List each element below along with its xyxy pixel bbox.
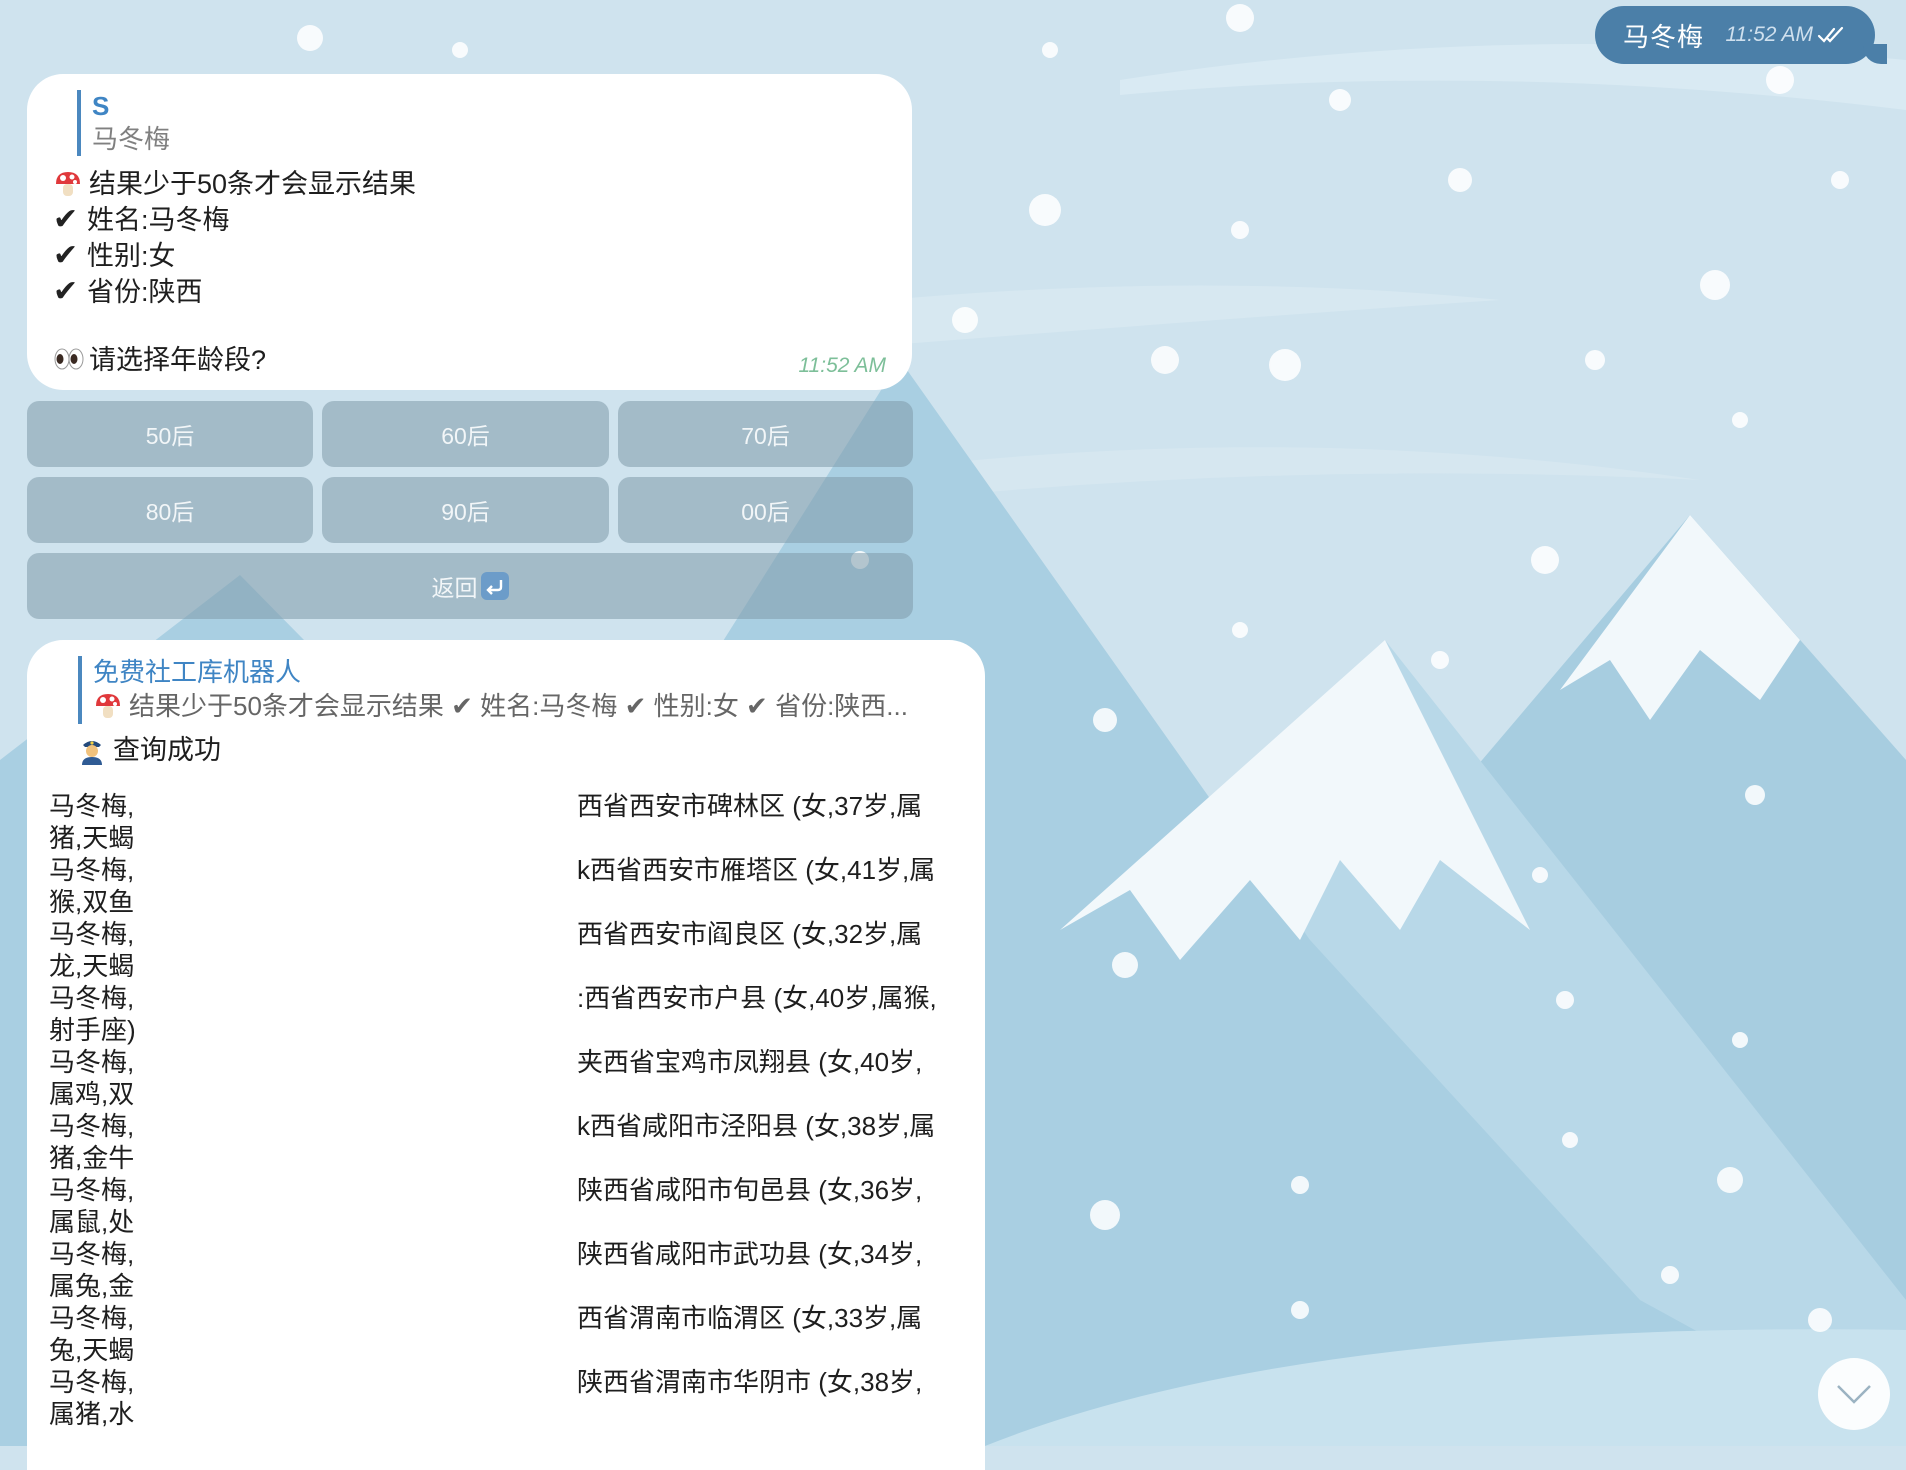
check-icon: ✔ — [53, 203, 79, 236]
result-name: 马冬梅, — [49, 919, 135, 949]
result-address: 西省渭南市临渭区 (女,33岁,属 — [577, 1303, 923, 1333]
check-icon: ✔ — [53, 275, 79, 308]
mushroom-icon — [53, 169, 87, 199]
result-list: 马冬梅, 猪,天蝎 西省西安市碑林区 (女,37岁,属 马冬梅, 猴,双鱼 k西省西安市雁… — [49, 790, 963, 1430]
result-row: 马冬梅, 属鼠,处 陕西省咸阳市旬邑县 (女,36岁, — [49, 1174, 963, 1238]
result-name: 马冬梅, — [49, 1303, 135, 1333]
eyes-icon — [53, 345, 87, 375]
result-address: k西省西安市雁塔区 (女,41岁,属 — [577, 855, 936, 885]
message-line-text: 姓名:马冬梅 — [87, 205, 230, 235]
result-row: 马冬梅, 属兔,金 陕西省咸阳市武功县 (女,34岁, — [49, 1238, 963, 1302]
result-left-column: 马冬梅, 属兔,金 — [49, 1238, 169, 1302]
bot-result-bubble[interactable]: 免费社工库机器人 结果少于50条才会显示结果 ✔ 姓名:马冬梅 ✔ 性别:女 ✔… — [27, 640, 985, 1470]
result-left-column: 马冬梅, 射手座) — [49, 982, 169, 1046]
bot-message-bubble[interactable]: S 马冬梅 结果少于50条才会显示结果 ✔ 姓名:马冬梅 ✔ 性别:女 ✔ 省份… — [27, 74, 912, 390]
outgoing-message-bubble[interactable]: 马冬梅 11:52 AM — [1595, 6, 1887, 64]
reply-preview[interactable]: 免费社工库机器人 结果少于50条才会显示结果 ✔ 姓名:马冬梅 ✔ 性别:女 ✔… — [78, 656, 963, 724]
message-line-text: 省份:陕西 — [87, 277, 203, 307]
result-detail: 兔,天蝎 — [49, 1335, 135, 1365]
result-name: 马冬梅, — [49, 1239, 135, 1269]
result-row: 马冬梅, 属猪,水 陕西省渭南市华阴市 (女,38岁, — [49, 1366, 963, 1430]
result-address: 陕西省咸阳市武功县 (女,34岁, — [577, 1239, 923, 1269]
police-officer-icon — [77, 735, 111, 765]
keyboard-button-back[interactable]: 返回 — [27, 553, 913, 619]
result-row: 马冬梅, 猪,天蝎 西省西安市碑林区 (女,37岁,属 — [49, 790, 963, 854]
result-name: 马冬梅, — [49, 1047, 135, 1077]
result-address: k西省咸阳市泾阳县 (女,38岁,属 — [577, 1111, 936, 1141]
reply-quoted-line: 结果少于50条才会显示结果 ✔ 姓名:马冬梅 ✔ 性别:女 ✔ 省份:陕西... — [93, 688, 963, 724]
message-time: 11:52 AM — [798, 354, 886, 377]
result-address: 夹西省宝鸡市凤翔县 (女,40岁, — [577, 1047, 923, 1077]
result-address: 西省西安市阎良区 (女,32岁,属 — [577, 919, 923, 949]
return-arrow-icon — [480, 572, 509, 600]
outgoing-message-text: 马冬梅 — [1623, 21, 1705, 52]
keyboard-button-70s[interactable]: 70后 — [618, 401, 913, 467]
result-detail: 属鼠,处 — [49, 1207, 135, 1237]
result-address: 陕西省咸阳市旬邑县 (女,36岁, — [577, 1175, 923, 1205]
reply-sender-name: 免费社工库机器人 — [93, 657, 302, 687]
message-line: 结果少于50条才会显示结果 — [53, 166, 888, 202]
result-detail: 属兔,金 — [49, 1271, 135, 1301]
result-detail: 射手座) — [49, 1015, 136, 1045]
result-left-column: 马冬梅, 猴,双鱼 — [49, 854, 169, 918]
mushroom-icon — [93, 691, 127, 721]
result-row: 马冬梅, 猪,金牛 k西省咸阳市泾阳县 (女,38岁,属 — [49, 1110, 963, 1174]
reply-quoted-text: 马冬梅 — [92, 124, 171, 154]
result-left-column: 马冬梅, 属鸡,双 — [49, 1046, 169, 1110]
status-text: 查询成功 — [113, 735, 221, 765]
chevron-down-icon — [1837, 1385, 1871, 1404]
result-left-column: 马冬梅, 猪,金牛 — [49, 1110, 169, 1174]
reply-quoted-text: 结果少于50条才会显示结果 ✔ 姓名:马冬梅 ✔ 性别:女 ✔ 省份:陕西... — [129, 691, 908, 721]
message-line-text: 性别:女 — [87, 241, 176, 271]
status-line: 查询成功 — [77, 732, 963, 768]
result-name: 马冬梅, — [49, 1175, 135, 1205]
message-line-text: 结果少于50条才会显示结果 — [89, 169, 417, 199]
question-text: 请选择年龄段? — [89, 345, 267, 375]
result-address: 西省西安市碑林区 (女,37岁,属 — [577, 791, 923, 821]
result-row: 马冬梅, 兔,天蝎 西省渭南市临渭区 (女,33岁,属 — [49, 1302, 963, 1366]
reply-sender-name: S — [92, 91, 110, 121]
message-line: ✔ 省份:陕西 — [53, 274, 888, 310]
result-left-column: 马冬梅, 龙,天蝎 — [49, 918, 169, 982]
result-row: 马冬梅, 射手座) :西省西安市户县 (女,40岁,属猴, — [49, 982, 963, 1046]
back-button-label: 返回 — [431, 575, 478, 601]
result-left-column: 马冬梅, 猪,天蝎 — [49, 790, 169, 854]
result-left-column: 马冬梅, 兔,天蝎 — [49, 1302, 169, 1366]
result-address: 陕西省渭南市华阴市 (女,38岁, — [577, 1367, 923, 1397]
reply-preview[interactable]: S 马冬梅 — [77, 90, 888, 156]
result-detail: 猪,金牛 — [49, 1143, 135, 1173]
result-name: 马冬梅, — [49, 855, 135, 885]
result-left-column: 马冬梅, 属鼠,处 — [49, 1174, 169, 1238]
result-name: 马冬梅, — [49, 983, 135, 1013]
result-row: 马冬梅, 属鸡,双 夹西省宝鸡市凤翔县 (女,40岁, — [49, 1046, 963, 1110]
result-left-column: 马冬梅, 属猪,水 — [49, 1366, 169, 1430]
keyboard-button-00s[interactable]: 00后 — [618, 477, 913, 543]
message-line: ✔ 性别:女 — [53, 238, 888, 274]
result-detail: 猪,天蝎 — [49, 823, 135, 853]
result-name: 马冬梅, — [49, 1367, 135, 1397]
check-icon: ✔ — [53, 239, 79, 272]
message-question: 请选择年龄段? — [53, 342, 888, 378]
keyboard-button-60s[interactable]: 60后 — [322, 401, 609, 467]
result-detail: 属鸡,双 — [49, 1079, 135, 1109]
result-name: 马冬梅, — [49, 1111, 135, 1141]
scroll-to-bottom-button[interactable] — [1818, 1358, 1890, 1430]
keyboard-button-80s[interactable]: 80后 — [27, 477, 313, 543]
double-check-icon — [1817, 26, 1844, 43]
result-detail: 龙,天蝎 — [49, 951, 135, 981]
result-row: 马冬梅, 猴,双鱼 k西省西安市雁塔区 (女,41岁,属 — [49, 854, 963, 918]
result-row: 马冬梅, 龙,天蝎 西省西安市阎良区 (女,32岁,属 — [49, 918, 963, 982]
result-detail: 猴,双鱼 — [49, 887, 135, 917]
result-address: :西省西安市户县 (女,40岁,属猴, — [577, 983, 937, 1013]
message-line: ✔ 姓名:马冬梅 — [53, 202, 888, 238]
keyboard-button-50s[interactable]: 50后 — [27, 401, 313, 467]
keyboard-button-90s[interactable]: 90后 — [322, 477, 609, 543]
outgoing-message-time: 11:52 AM — [1725, 23, 1813, 46]
result-name: 马冬梅, — [49, 791, 135, 821]
result-detail: 属猪,水 — [49, 1399, 135, 1429]
